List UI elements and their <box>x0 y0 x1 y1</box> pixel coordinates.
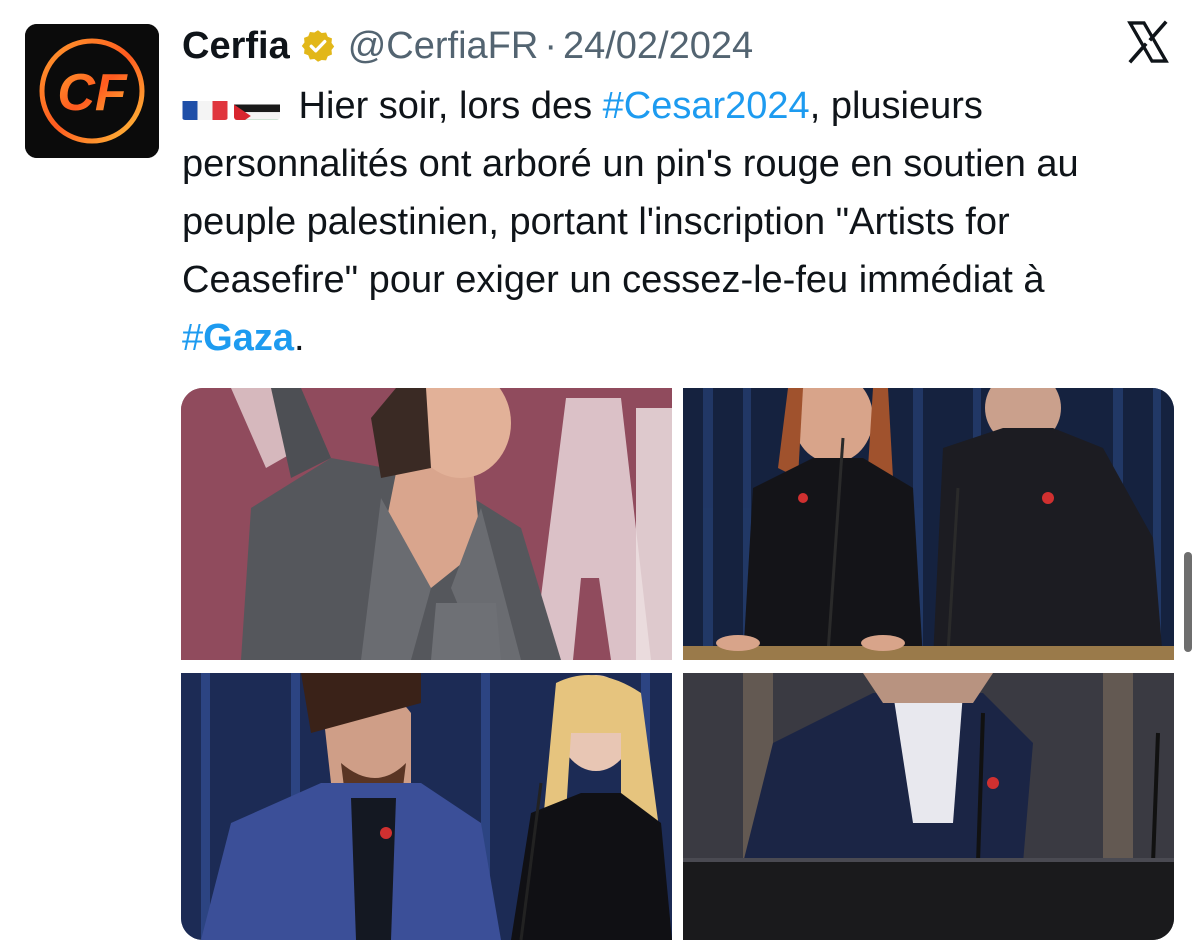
scrollbar-thumb[interactable] <box>1184 552 1192 652</box>
photo-4[interactable] <box>683 673 1174 940</box>
photo-1[interactable] <box>181 388 672 660</box>
tweet-text-end: . <box>293 317 305 359</box>
hashtag-cesar2024-link[interactable]: #Cesar2024 <box>603 85 810 127</box>
author-name[interactable]: Cerfia <box>182 25 290 68</box>
media-grid <box>181 388 1174 940</box>
hashtag-word: Gaza <box>203 317 294 359</box>
hashtag-gaza-link[interactable]: #Gaza <box>182 317 294 359</box>
tweet-text-part: Hier soir, lors des <box>288 85 603 127</box>
author-handle[interactable]: @CerfiaFR <box>348 25 539 68</box>
france-flag-icon <box>182 90 228 120</box>
x-logo-icon <box>1124 18 1172 66</box>
photo-2[interactable] <box>683 388 1174 660</box>
avatar[interactable]: CF <box>25 24 159 158</box>
photo-3[interactable] <box>181 673 672 940</box>
palestine-flag-icon <box>234 90 280 120</box>
tweet-date[interactable]: 24/02/2024 <box>563 25 753 68</box>
verified-badge-icon <box>300 28 336 64</box>
svg-text:CF: CF <box>57 64 128 122</box>
hashtag-prefix: # <box>182 317 204 359</box>
separator-dot: · <box>544 24 557 67</box>
tweet-header: Cerfia @CerfiaFR · 24/02/2024 <box>182 22 753 70</box>
tweet-text: Hier soir, lors des #Cesar2024, plusieur… <box>182 77 1172 367</box>
cerfia-logo-icon: CF <box>25 24 159 158</box>
